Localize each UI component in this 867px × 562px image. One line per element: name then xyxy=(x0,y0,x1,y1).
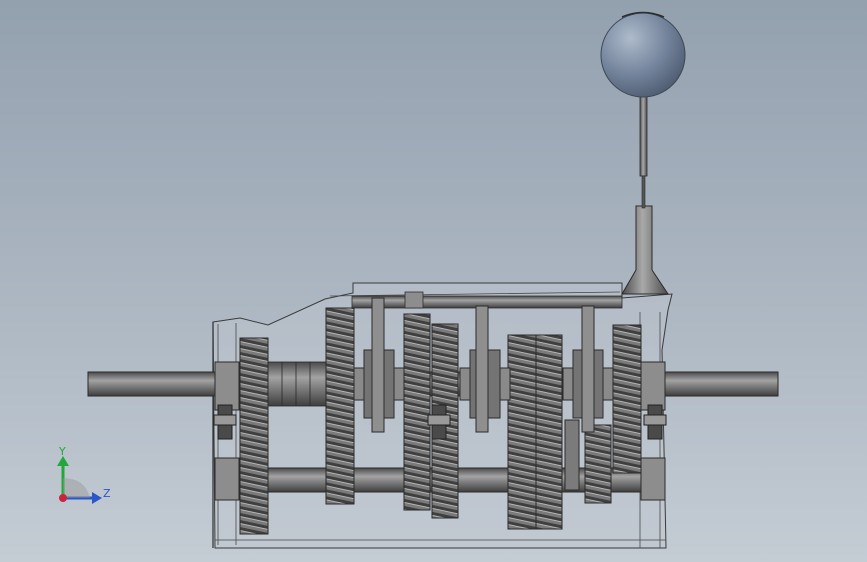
z-axis-label: Z xyxy=(103,487,111,500)
triad-origin xyxy=(59,494,67,502)
y-axis-label: Y xyxy=(58,445,66,458)
gear xyxy=(584,424,612,504)
gear xyxy=(239,337,269,535)
gear-lever[interactable] xyxy=(600,11,686,295)
cad-viewport[interactable]: Y Z xyxy=(0,0,867,562)
gear xyxy=(535,334,563,530)
idler-gear xyxy=(564,419,580,491)
triad-plane-shading xyxy=(63,478,90,498)
gear xyxy=(403,313,431,511)
gear xyxy=(325,307,355,505)
lever-knob xyxy=(600,12,686,98)
gear xyxy=(612,324,642,474)
gear xyxy=(507,334,537,530)
z-axis-arrowhead xyxy=(92,492,102,504)
coordinate-triad: Y Z xyxy=(57,445,111,504)
